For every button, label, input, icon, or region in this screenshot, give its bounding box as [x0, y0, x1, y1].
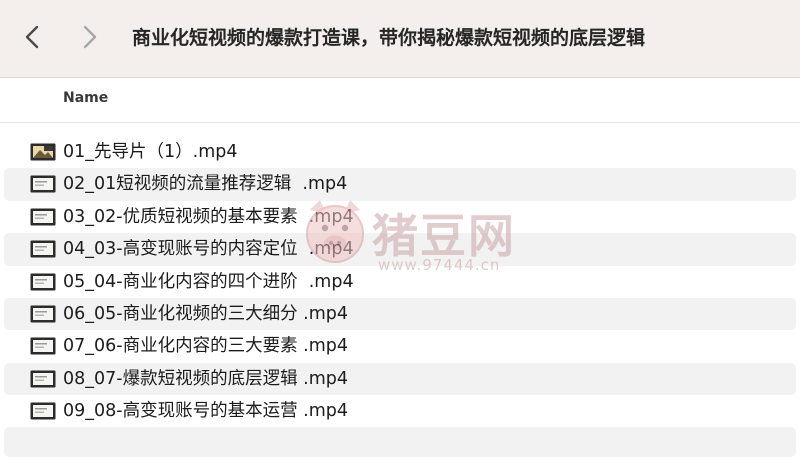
back-button[interactable] [18, 22, 46, 52]
file-name: 01_先导片（1）.mp4 [63, 142, 238, 162]
video-file-icon [30, 175, 56, 193]
video-file-icon [30, 370, 56, 388]
file-row[interactable]: 05_04-商业化内容的四个进阶 .mp4 [4, 266, 796, 298]
finder-window: 商业化短视频的爆款打造课，带你揭秘爆款短视频的底层逻辑 Name 01_先导片（… [0, 0, 800, 476]
file-name: 03_02-优质短视频的基本要素 .mp4 [63, 206, 354, 227]
chevron-left-icon [25, 25, 39, 49]
file-row[interactable]: 02_01短视频的流量推荐逻辑 .mp4 [4, 168, 796, 201]
video-file-icon [30, 143, 56, 161]
video-file-icon [30, 337, 56, 355]
video-file-icon [30, 208, 56, 226]
video-file-icon [30, 305, 56, 323]
file-name: 07_06-商业化内容的三大要素 .mp4 [63, 336, 349, 357]
list-header: Name [0, 78, 800, 123]
file-row[interactable]: 03_02-优质短视频的基本要素 .mp4 [4, 201, 796, 233]
file-row[interactable]: 09_08-高变现账号的基本运营 .mp4 [4, 395, 796, 427]
file-row[interactable]: 04_03-高变现账号的内容定位 .mp4 [4, 233, 796, 266]
toolbar: 商业化短视频的爆款打造课，带你揭秘爆款短视频的底层逻辑 [0, 0, 800, 78]
file-name: 02_01短视频的流量推荐逻辑 .mp4 [63, 174, 348, 195]
window-title: 商业化短视频的爆款打造课，带你揭秘爆款短视频的底层逻辑 [132, 27, 646, 49]
chevron-right-icon [83, 25, 97, 49]
column-header-name[interactable]: Name [63, 90, 108, 106]
video-file-icon [30, 240, 56, 258]
file-name: 09_08-高变现账号的基本运营 .mp4 [63, 401, 349, 422]
file-row[interactable]: 08_07-爆款短视频的底层逻辑 .mp4 [4, 362, 796, 396]
file-name: 04_03-高变现账号的内容定位 .mp4 [63, 239, 354, 260]
file-list: 01_先导片（1）.mp4 02_01短视频的流量推荐逻辑 .mp4 03_02… [0, 136, 800, 428]
file-name: 08_07-爆款短视频的底层逻辑 .mp4 [63, 368, 349, 389]
file-row[interactable]: 07_06-商业化内容的三大要素 .mp4 [4, 330, 796, 362]
empty-row [4, 427, 796, 457]
video-file-icon [30, 402, 56, 420]
video-file-icon [30, 273, 56, 291]
forward-button[interactable] [76, 22, 104, 52]
file-row[interactable]: 06_05-商业化视频的三大细分 .mp4 [4, 297, 796, 331]
file-name: 06_05-商业化视频的三大细分 .mp4 [63, 303, 349, 324]
file-row[interactable]: 01_先导片（1）.mp4 [4, 136, 796, 168]
file-name: 05_04-商业化内容的四个进阶 .mp4 [63, 271, 354, 292]
